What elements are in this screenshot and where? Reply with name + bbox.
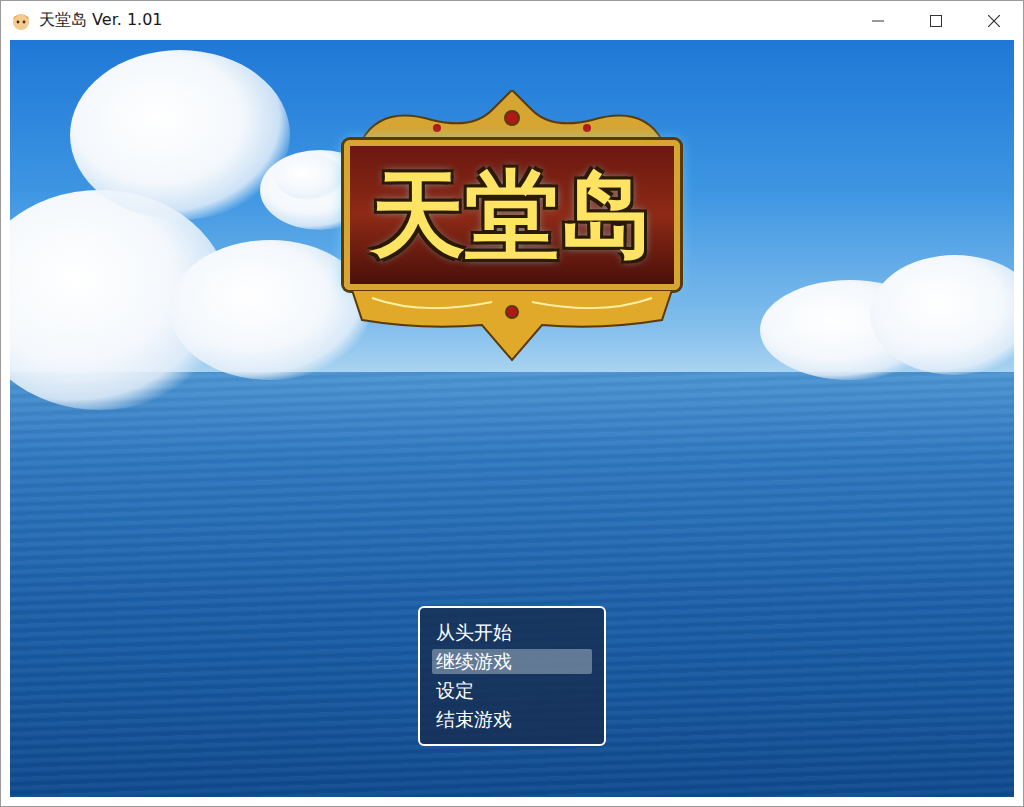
app-icon — [11, 11, 31, 31]
window-controls — [849, 1, 1023, 40]
menu-item[interactable]: 结束游戏 — [432, 707, 592, 732]
maximize-icon — [930, 15, 942, 27]
cloud — [170, 240, 370, 380]
cloud — [275, 155, 345, 200]
sky: 天堂岛 — [10, 40, 1014, 372]
logo-crown-ornament — [342, 90, 682, 140]
ocean: 从头开始继续游戏设定结束游戏 — [10, 372, 1014, 797]
logo-bottom-ornament — [342, 290, 682, 362]
menu-item[interactable]: 从头开始 — [432, 620, 592, 645]
game-screen: 天堂岛从头开始继续游戏设定结束游戏 — [10, 40, 1014, 797]
close-icon — [988, 15, 1000, 27]
game-window: 天堂岛 Ver. 1.01 天堂岛从头开始继续游戏设定结束游戏 — [0, 0, 1024, 807]
minimize-icon — [872, 15, 884, 27]
logo-text: 天堂岛 — [371, 163, 653, 266]
game-logo: 天堂岛 — [342, 90, 682, 362]
window-title: 天堂岛 Ver. 1.01 — [39, 10, 841, 31]
title-menu: 从头开始继续游戏设定结束游戏 — [418, 606, 606, 746]
menu-item[interactable]: 设定 — [432, 678, 592, 703]
maximize-button[interactable] — [907, 1, 965, 40]
minimize-button[interactable] — [849, 1, 907, 40]
title-bar: 天堂岛 Ver. 1.01 — [1, 1, 1023, 40]
close-button[interactable] — [965, 1, 1023, 40]
menu-item[interactable]: 继续游戏 — [432, 649, 592, 674]
logo-frame: 天堂岛 — [344, 140, 680, 290]
cloud — [70, 50, 290, 220]
